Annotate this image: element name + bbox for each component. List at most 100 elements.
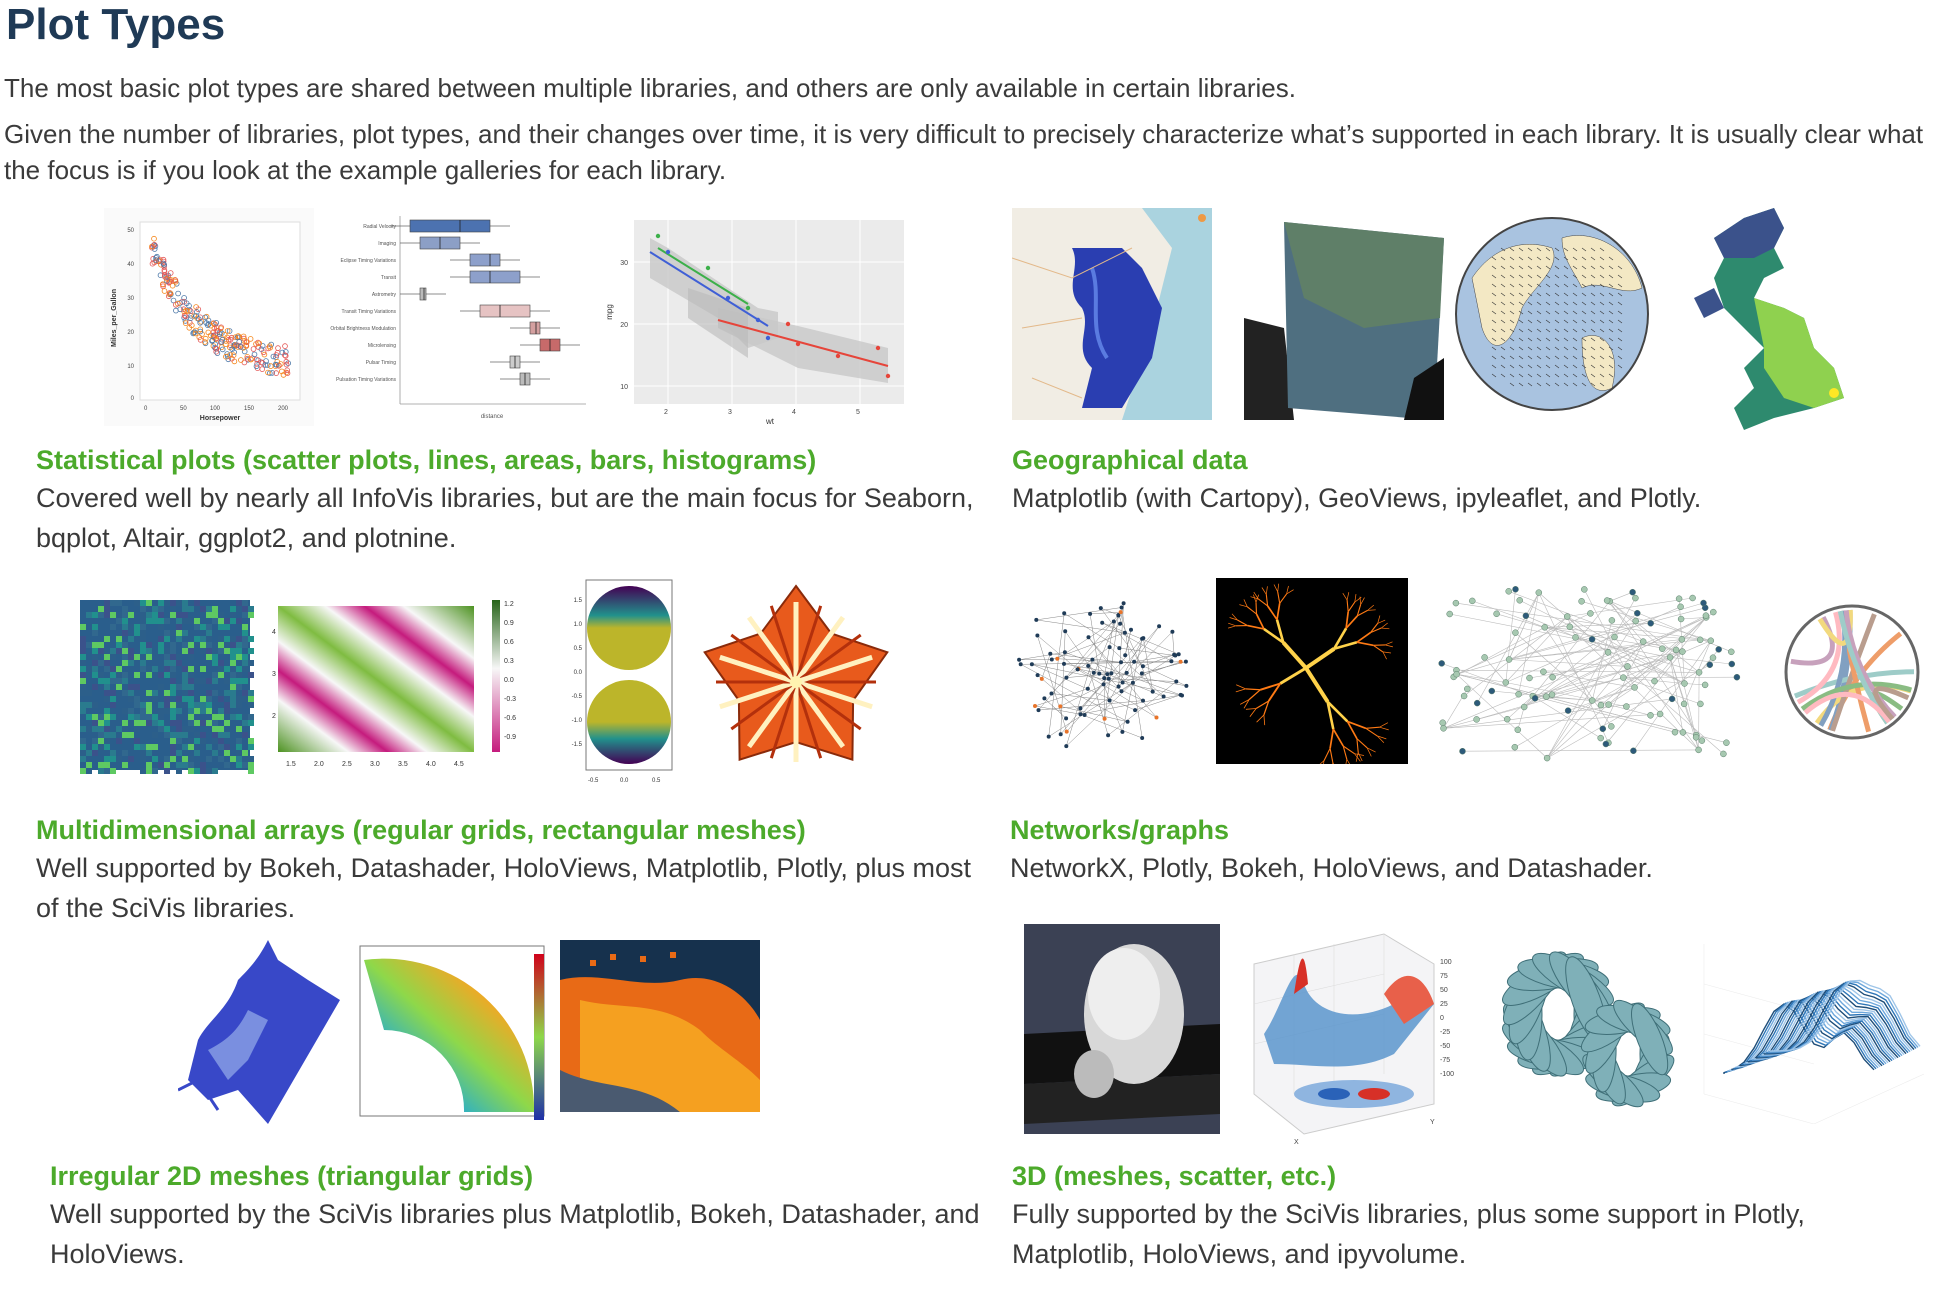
- section-title[interactable]: Statistical plots (scatter plots, lines,…: [36, 442, 996, 478]
- noise-cell: [236, 702, 242, 708]
- boxplot-category-label: Pulsation Timing Variations: [336, 377, 396, 383]
- 3d-surface-thumbnail[interactable]: 100 75 50 25 0 -25 -50 -75 -100 X Y: [1234, 924, 1474, 1146]
- noise-cell: [104, 606, 110, 612]
- network-node: [1723, 739, 1730, 746]
- noise-cell: [170, 642, 176, 648]
- datashader-graph-thumbnail[interactable]: [1216, 578, 1408, 764]
- section-title[interactable]: Multidimensional arrays (regular grids, …: [36, 812, 996, 848]
- star-mesh-thumbnail[interactable]: [696, 578, 896, 790]
- noise-cell: [236, 606, 242, 612]
- network-node: [1184, 683, 1189, 688]
- noise-cell: [104, 684, 110, 690]
- noise-cell: [200, 642, 206, 648]
- network-node: [1086, 663, 1091, 668]
- scatter-plot-thumbnail[interactable]: Miles_per_Gallon Horsepower 50 40 30 20 …: [104, 208, 314, 426]
- ocean-temperature-thumbnail[interactable]: [560, 940, 760, 1112]
- uk-choropleth-thumbnail[interactable]: [1684, 208, 1884, 430]
- network-node: [1102, 716, 1107, 721]
- noise-cell: [170, 702, 176, 708]
- satellite-image-thumbnail[interactable]: [1244, 208, 1444, 420]
- boxplot-thumbnail[interactable]: Radial Velocity Imaging Eclipse Timing Var…: [320, 208, 592, 426]
- globe-thumbnail[interactable]: [1452, 208, 1652, 420]
- section-title[interactable]: 3D (meshes, scatter, etc.): [1012, 1158, 1934, 1194]
- noise-cell: [194, 702, 200, 708]
- section-description: Well supported by the SciVis libraries p…: [50, 1199, 980, 1269]
- noise-cell: [170, 600, 176, 606]
- network-node: [1473, 716, 1480, 723]
- noise-cell: [122, 732, 128, 738]
- bay-map-thumbnail[interactable]: [1012, 208, 1212, 420]
- boxplot-box: [409, 219, 491, 233]
- noise-cell: [128, 624, 134, 630]
- chord-diagram-thumbnail[interactable]: [1772, 578, 1934, 770]
- network-node: [1062, 611, 1067, 616]
- section-title[interactable]: Networks/graphs: [1010, 812, 1934, 848]
- noise-cell: [188, 696, 194, 702]
- noise-cell: [116, 618, 122, 624]
- volume-render-thumbnail[interactable]: [1024, 924, 1220, 1134]
- network-node: [1088, 611, 1093, 616]
- noise-cell: [122, 720, 128, 726]
- noise-cell: [218, 636, 224, 642]
- noise-cell: [110, 678, 116, 684]
- network-node: [1678, 636, 1686, 643]
- thumbnail-row: [1012, 208, 1932, 430]
- noise-cell: [152, 606, 158, 612]
- noise-cell: [230, 642, 236, 648]
- noise-cell: [236, 636, 242, 642]
- noise-cell: [140, 630, 146, 636]
- network-node: [1469, 597, 1476, 605]
- noise-cell: [104, 756, 110, 762]
- network-node: [1695, 746, 1702, 754]
- network-node: [1121, 601, 1126, 606]
- section-title[interactable]: Irregular 2D meshes (triangular grids): [50, 1158, 990, 1194]
- noise-cell: [236, 696, 242, 702]
- noise-cell: [248, 612, 254, 618]
- fan-mesh-thumbnail[interactable]: [344, 940, 548, 1132]
- noise-cell: [224, 636, 230, 642]
- noise-cell: [230, 684, 236, 690]
- noise-image-thumbnail[interactable]: [72, 578, 262, 780]
- network-node: [1493, 610, 1500, 618]
- noise-cell: [218, 624, 224, 630]
- network-node: [1029, 662, 1034, 667]
- hierarchical-graph-thumbnail[interactable]: [1430, 578, 1750, 770]
- noise-cell: [110, 696, 116, 702]
- 3d-lines-thumbnail[interactable]: [1694, 924, 1930, 1124]
- noise-cell: [212, 732, 218, 738]
- network-node: [1035, 673, 1040, 678]
- noise-cell: [122, 678, 128, 684]
- noise-cell: [122, 750, 128, 756]
- circles-thumbnail[interactable]: 1.5 1.0 0.5 0.0 -0.5 -1.0 -1.5 -0.5 0.0 …: [560, 578, 674, 790]
- noise-cell: [182, 672, 188, 678]
- noise-cell: [200, 696, 206, 702]
- section-multidimensional-arrays: 4 3 2 1.5 2.0 2.5 3.0 3.5 4.0 4.5 1.2 0.…: [36, 578, 996, 928]
- section-title[interactable]: Geographical data: [1012, 442, 1932, 478]
- network-node: [1109, 671, 1114, 676]
- noise-cell: [182, 642, 188, 648]
- noise-cell: [170, 714, 176, 720]
- noise-cell: [92, 744, 98, 750]
- network-node: [1090, 657, 1095, 662]
- heatmap-thumbnail[interactable]: 4 3 2 1.5 2.0 2.5 3.0 3.5 4.0 4.5 1.2 0.…: [268, 578, 536, 780]
- noise-cell: [80, 738, 86, 744]
- network-node: [1140, 636, 1145, 641]
- noise-cell: [230, 618, 236, 624]
- regression-thumbnail[interactable]: 30 20 10 2 3 4 5 mpg wt: [598, 208, 910, 426]
- 3d-mesh-shell-thumbnail[interactable]: [1488, 924, 1684, 1124]
- heatmap-xtick: 1.5: [286, 761, 296, 768]
- noise-cell: [242, 720, 248, 726]
- noise-cell: [236, 618, 242, 624]
- noise-cell: [176, 762, 182, 768]
- regression-point: [755, 317, 761, 323]
- network-node: [1097, 671, 1102, 676]
- noise-cell: [164, 636, 170, 642]
- noise-cell: [224, 750, 230, 756]
- bay-mesh-thumbnail[interactable]: [178, 940, 340, 1124]
- noise-cell: [188, 702, 194, 708]
- network-graph-thumbnail[interactable]: [1010, 578, 1196, 770]
- network-node: [1728, 660, 1736, 668]
- network-node: [1106, 733, 1111, 738]
- noise-cell: [224, 732, 230, 738]
- network-node: [1075, 667, 1080, 672]
